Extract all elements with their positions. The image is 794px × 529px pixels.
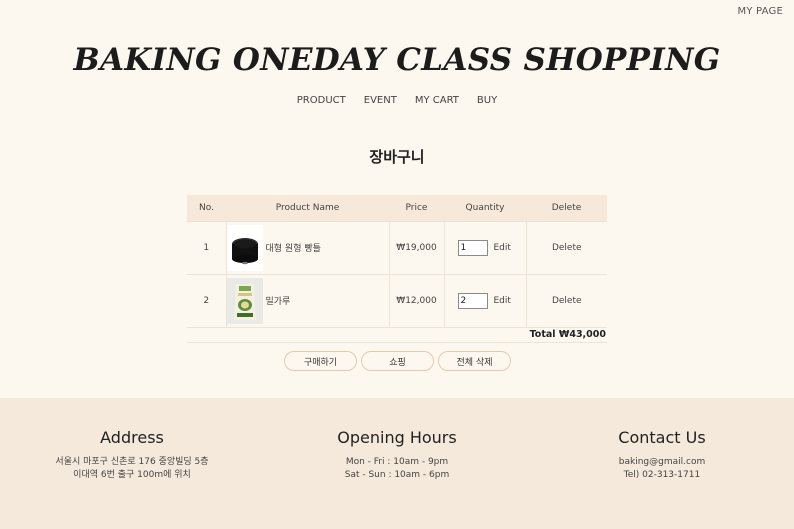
my-page-link[interactable]: MY PAGE — [738, 6, 783, 17]
header-delete: Delete — [551, 202, 582, 213]
delete-item-link[interactable]: Delete — [552, 243, 582, 253]
address-title: Address — [100, 428, 164, 447]
total-row: Total ₩43,000 — [187, 326, 607, 343]
product-cell: 밀가루 — [225, 273, 389, 327]
buy-button[interactable]: 구매하기 — [284, 351, 357, 371]
delete-cell: Delete — [525, 220, 607, 274]
cart-row: 1 대형 원형 빵틀 ₩19,000 1 Edit Delete — [187, 220, 607, 274]
edit-quantity-link[interactable]: Edit — [494, 243, 511, 253]
row-number: 2 — [187, 273, 226, 327]
nav-my-cart[interactable]: MY CART — [415, 95, 459, 106]
contact-title: Contact Us — [618, 428, 706, 447]
delete-item-link[interactable]: Delete — [552, 296, 582, 306]
quantity-input[interactable] — [457, 292, 488, 309]
cart-total: Total ₩43,000 — [187, 326, 607, 343]
hours-weekdays: Mon - Fri : 10am - 9pm — [345, 457, 449, 467]
delete-all-button[interactable]: 전체 삭제 — [438, 351, 511, 371]
quantity-input[interactable] — [457, 239, 488, 256]
header-price: Price — [405, 202, 428, 213]
address-line-2: 이대역 6번 출구 100m에 위치 — [73, 469, 191, 480]
product-cell: 대형 원형 빵틀 — [225, 220, 389, 274]
cart-actions: 구매하기 쇼핑 전체 삭제 — [284, 351, 511, 371]
main-nav: PRODUCT EVENT MY CART BUY — [0, 95, 794, 106]
product-price: ₩12,000 — [388, 273, 444, 327]
header-no: No. — [199, 202, 214, 213]
flour-bag-image[interactable] — [226, 277, 263, 324]
page-heading: 장바구니 — [369, 148, 425, 166]
header-quantity: Quantity — [465, 202, 505, 213]
nav-product[interactable]: PRODUCT — [297, 95, 346, 106]
footer-address: Address 서울시 마포구 신촌로 176 중앙빌딩 5층 이대역 6번 출… — [12, 428, 252, 481]
contact-email: baking@gmail.com — [618, 457, 706, 467]
row-number: 1 — [187, 220, 226, 274]
address-line-1: 서울시 마포구 신촌로 176 중앙빌딩 5층 — [55, 457, 209, 467]
delete-cell: Delete — [525, 273, 607, 327]
quantity-cell: Edit — [443, 220, 526, 274]
hours-weekend: Sat - Sun : 10am - 6pm — [344, 469, 450, 480]
site-title: BAKING ONEDAY CLASS SHOPPING — [73, 42, 721, 78]
footer-contact: Contact Us baking@gmail.com Tel) 02-313-… — [542, 428, 782, 481]
cart-row: 2 밀가루 ₩12,000 2 Edit Delete — [187, 273, 607, 327]
footer: Address 서울시 마포구 신촌로 176 중앙빌딩 5층 이대역 6번 출… — [0, 398, 794, 529]
nav-event[interactable]: EVENT — [364, 95, 397, 106]
nav-buy[interactable]: BUY — [477, 95, 497, 106]
product-name: 대형 원형 빵틀 — [265, 244, 321, 254]
footer-hours: Opening Hours Mon - Fri : 10am - 9pm Sat… — [277, 428, 517, 481]
product-price: ₩19,000 — [388, 220, 444, 274]
header-product-name: Product Name — [275, 202, 340, 213]
shopping-button[interactable]: 쇼핑 — [361, 351, 434, 371]
contact-phone: Tel) 02-313-1711 — [623, 469, 701, 480]
hours-title: Opening Hours — [337, 428, 457, 447]
quantity-cell: Edit — [443, 273, 526, 327]
cart-header-row: No. Product Name Price Quantity Delete — [187, 195, 607, 221]
edit-quantity-link[interactable]: Edit — [494, 296, 511, 306]
product-name: 밀가루 — [265, 297, 291, 307]
round-baking-pan-image[interactable] — [226, 224, 263, 271]
cart-table: No. Product Name Price Quantity Delete 1 — [187, 195, 607, 343]
